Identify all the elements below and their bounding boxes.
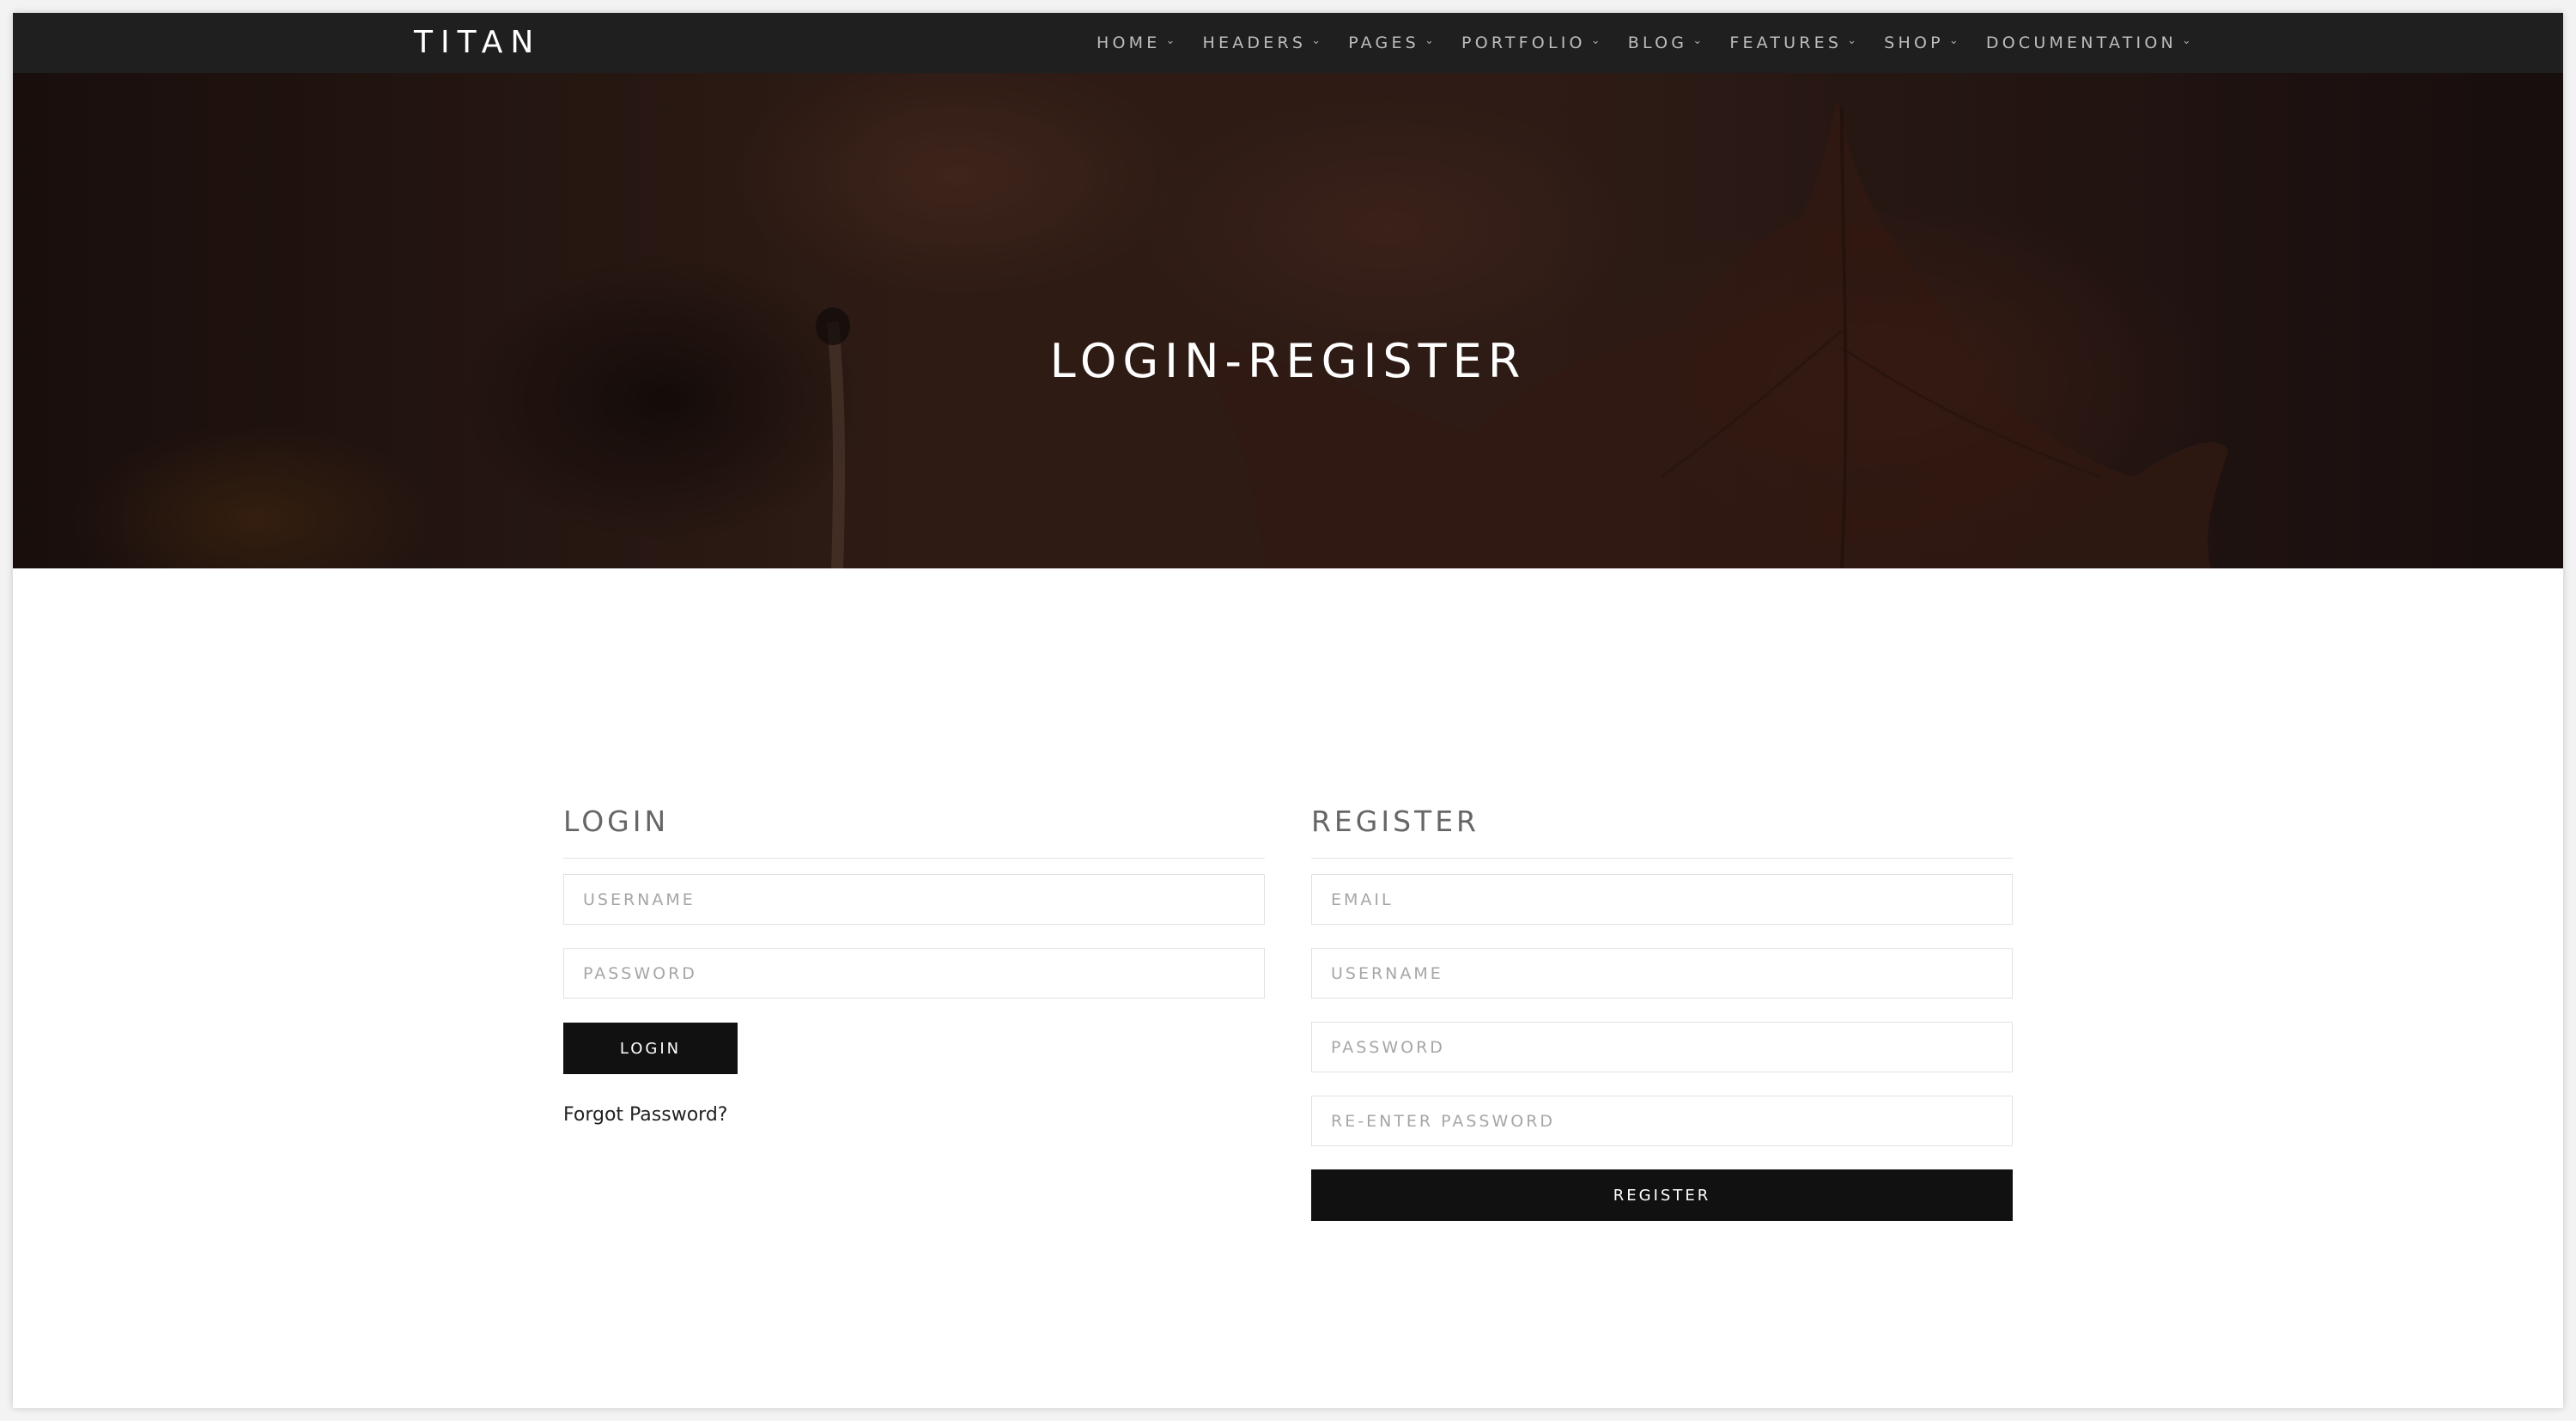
- chevron-down-icon: ⌄: [1424, 33, 1438, 47]
- register-password-input[interactable]: [1311, 1022, 2013, 1072]
- hero-banner: LOGIN-REGISTER: [13, 73, 2563, 568]
- login-username-input[interactable]: [563, 874, 1265, 925]
- login-password-input[interactable]: [563, 948, 1265, 999]
- nav-item-pages[interactable]: PAGES ⌄: [1348, 33, 1437, 52]
- nav-item-label: SHOP: [1884, 33, 1944, 52]
- chevron-down-icon: ⌄: [2181, 33, 2196, 47]
- nav-item-blog[interactable]: BLOG ⌄: [1628, 33, 1706, 52]
- nav-item-home[interactable]: HOME ⌄: [1097, 33, 1179, 52]
- brand-logo[interactable]: TITAN: [414, 13, 541, 73]
- nav-item-label: DOCUMENTATION: [1985, 33, 2177, 52]
- forgot-password-link[interactable]: Forgot Password?: [563, 1104, 1265, 1126]
- hero-overlay: [13, 73, 2563, 568]
- chevron-down-icon: ⌄: [1590, 33, 1604, 47]
- chevron-down-icon: ⌄: [1948, 33, 1962, 47]
- nav-item-label: BLOG: [1627, 33, 1688, 52]
- login-divider: [563, 858, 1265, 859]
- register-reenter-password-input[interactable]: [1311, 1096, 2013, 1146]
- chevron-down-icon: ⌄: [1165, 33, 1179, 47]
- register-button[interactable]: REGISTER: [1311, 1169, 2013, 1221]
- register-divider: [1311, 858, 2013, 859]
- page-title: LOGIN-REGISTER: [1049, 334, 1527, 389]
- nav-item-label: HEADERS: [1202, 33, 1307, 52]
- register-email-input[interactable]: [1311, 874, 2013, 925]
- nav-item-label: PORTFOLIO: [1461, 33, 1586, 52]
- nav-item-label: HOME: [1097, 33, 1161, 52]
- nav-item-features[interactable]: FEATURES ⌄: [1729, 33, 1860, 52]
- top-navbar: TITAN HOME ⌄ HEADERS ⌄ PAGES ⌄ PORTFOLIO…: [13, 13, 2563, 73]
- main-menu: HOME ⌄ HEADERS ⌄ PAGES ⌄ PORTFOLIO ⌄ BLO…: [1097, 13, 2195, 73]
- register-section: REGISTER REGISTER: [1311, 803, 2013, 1221]
- page-frame: TITAN HOME ⌄ HEADERS ⌄ PAGES ⌄ PORTFOLIO…: [13, 13, 2563, 1408]
- nav-item-portfolio[interactable]: PORTFOLIO ⌄: [1461, 33, 1604, 52]
- login-heading: LOGIN: [563, 805, 670, 838]
- chevron-down-icon: ⌄: [1847, 33, 1861, 47]
- nav-item-shop[interactable]: SHOP ⌄: [1884, 33, 1962, 52]
- chevron-down-icon: ⌄: [1692, 33, 1706, 47]
- chevron-down-icon: ⌄: [1311, 33, 1325, 47]
- nav-item-documentation[interactable]: DOCUMENTATION ⌄: [1986, 33, 2195, 52]
- login-button[interactable]: LOGIN: [563, 1023, 738, 1074]
- nav-item-label: PAGES: [1348, 33, 1419, 52]
- nav-item-label: FEATURES: [1729, 33, 1843, 52]
- register-heading: REGISTER: [1311, 805, 1479, 838]
- nav-item-headers[interactable]: HEADERS ⌄: [1203, 33, 1325, 52]
- register-username-input[interactable]: [1311, 948, 2013, 999]
- login-section: LOGIN LOGIN Forgot Password?: [563, 803, 1265, 1126]
